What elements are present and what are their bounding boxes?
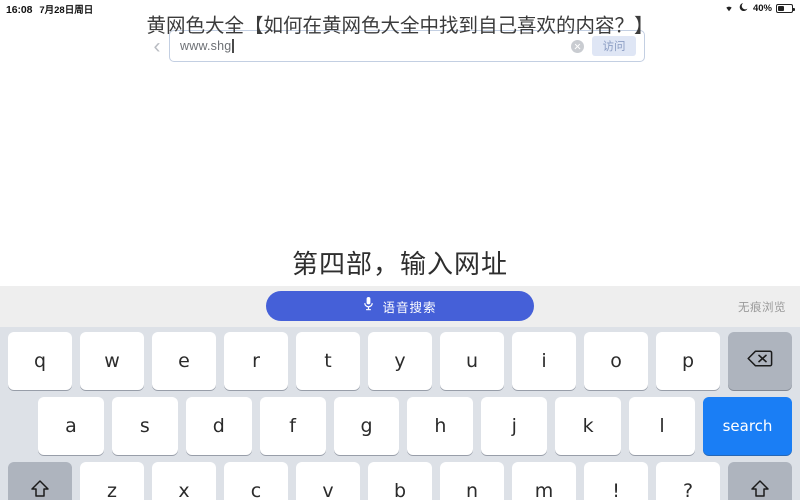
key-p[interactable]: p — [656, 332, 720, 390]
key-question[interactable]: ? — [656, 462, 720, 500]
key-z[interactable]: z — [80, 462, 144, 500]
key-o[interactable]: o — [584, 332, 648, 390]
key-s[interactable]: s — [111, 397, 178, 455]
shift-up-arrow-icon — [29, 478, 51, 500]
key-w[interactable]: w — [80, 332, 144, 390]
clear-circle-icon[interactable] — [571, 39, 584, 53]
key-e[interactable]: e — [152, 332, 216, 390]
voice-search-button[interactable]: 语音搜索 — [266, 291, 534, 321]
microphone-icon — [363, 296, 374, 316]
key-v[interactable]: v — [296, 462, 360, 500]
key-c[interactable]: c — [224, 462, 288, 500]
backspace-icon — [747, 349, 773, 373]
key-i[interactable]: i — [512, 332, 576, 390]
status-bar-left: 16:08 7月28日周日 — [0, 2, 93, 16]
wifi-icon — [723, 2, 735, 15]
key-h[interactable]: h — [407, 397, 474, 455]
key-k[interactable]: k — [555, 397, 622, 455]
incognito-browsing-label[interactable]: 无痕浏览 — [738, 299, 786, 315]
key-shift-right[interactable] — [728, 462, 792, 500]
status-bar-right: 40% — [723, 2, 800, 15]
status-time: 16:08 — [6, 3, 33, 16]
voice-search-label: 语音搜索 — [382, 300, 437, 315]
key-m[interactable]: m — [512, 462, 576, 500]
status-date: 7月28日周日 — [39, 4, 94, 16]
keyboard-row-1: q w e r t y u i o p — [0, 332, 800, 395]
key-j[interactable]: j — [481, 397, 548, 455]
device-screen: 16:08 7月28日周日 40% 黄网色大全【如何在黄网色大全中找到自己喜欢的… — [0, 0, 800, 500]
key-backspace[interactable] — [728, 332, 792, 390]
key-q[interactable]: q — [8, 332, 72, 390]
keyboard-row-3: z x c v b n m ! ? — [0, 462, 800, 500]
key-u[interactable]: u — [440, 332, 504, 390]
key-t[interactable]: t — [296, 332, 360, 390]
page-headline: 第四部，输入网址 — [291, 250, 508, 280]
text-caret — [232, 39, 234, 53]
key-r[interactable]: r — [224, 332, 288, 390]
battery-icon — [776, 4, 795, 13]
key-n[interactable]: n — [440, 462, 504, 500]
shift-up-arrow-icon — [749, 478, 771, 500]
key-l[interactable]: l — [629, 397, 696, 455]
key-b[interactable]: b — [368, 462, 432, 500]
on-screen-keyboard: q w e r t y u i o p a s d f g h j k l se… — [0, 327, 800, 500]
key-d[interactable]: d — [185, 397, 252, 455]
key-x[interactable]: x — [152, 462, 216, 500]
do-not-disturb-moon-icon — [739, 2, 749, 15]
url-input-value: www.shg — [180, 39, 232, 53]
key-search[interactable]: search — [703, 397, 792, 455]
key-shift-left[interactable] — [8, 462, 72, 500]
key-y[interactable]: y — [368, 332, 432, 390]
key-exclamation[interactable]: ! — [584, 462, 648, 500]
key-a[interactable]: a — [38, 397, 104, 455]
status-bar: 16:08 7月28日周日 40% — [0, 0, 800, 17]
go-button[interactable]: 访问 — [592, 36, 636, 56]
battery-percent-label: 40% — [752, 3, 772, 14]
keyboard-row-2: a s d f g h j k l search — [0, 397, 800, 460]
key-f[interactable]: f — [259, 397, 326, 455]
key-g[interactable]: g — [333, 397, 400, 455]
